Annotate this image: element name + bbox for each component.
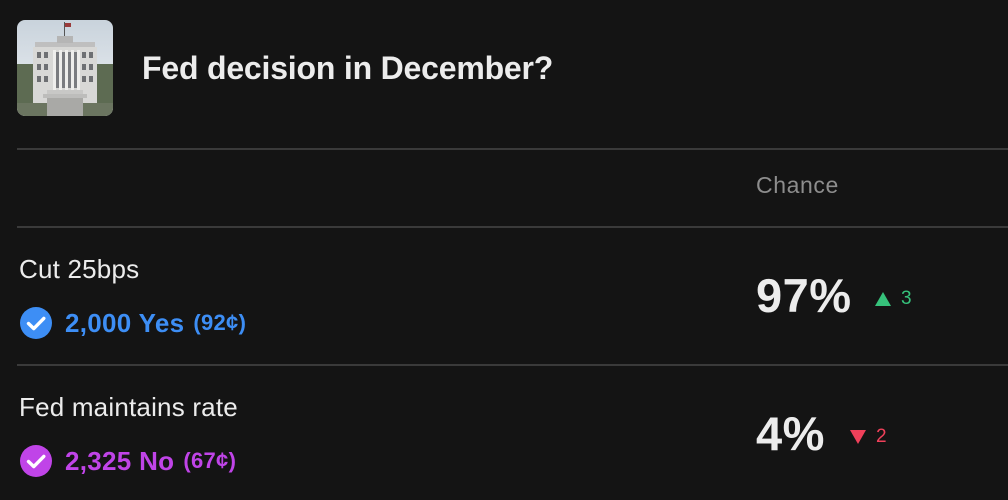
chance-change-value: 2 [876, 426, 887, 447]
outcome-row-cut-25bps[interactable]: Cut 25bps 2,000 Yes (92¢) 97% 3 [17, 228, 1008, 364]
market-header[interactable]: Fed decision in December? [17, 20, 553, 116]
chance-change-up: 3 [874, 288, 912, 310]
position-avg-price: (92¢) [193, 310, 247, 335]
outcome-name: Fed maintains rate [19, 392, 238, 422]
chance-column-header: Chance [756, 172, 839, 198]
chance-change-value: 3 [901, 288, 912, 309]
triangle-up-icon [875, 292, 891, 306]
check-circle-icon [20, 445, 52, 477]
triangle-down-icon [850, 430, 866, 444]
chance-change-down: 2 [849, 426, 887, 448]
outcome-row-fed-maintains-rate[interactable]: Fed maintains rate 2,325 No (67¢) 4% 2 [17, 366, 1008, 500]
position-avg-price: (67¢) [183, 448, 237, 473]
market-title[interactable]: Fed decision in December? [142, 50, 553, 87]
outcome-name: Cut 25bps [19, 254, 140, 284]
header-divider [17, 148, 1008, 150]
user-position-no: 2,325 No (67¢) [19, 444, 236, 478]
position-shares: 2,325 No [65, 445, 175, 476]
position-shares: 2,000 Yes [65, 307, 185, 338]
outcome-chance: 97% [756, 269, 852, 322]
market-image[interactable] [17, 20, 113, 116]
check-circle-icon [20, 307, 52, 339]
federal-reserve-building-icon [17, 20, 113, 116]
user-position-yes: 2,000 Yes (92¢) [19, 306, 246, 340]
outcome-chance: 4% [756, 407, 825, 460]
market-card: Fed decision in December? Chance Cut 25b… [0, 0, 1008, 500]
